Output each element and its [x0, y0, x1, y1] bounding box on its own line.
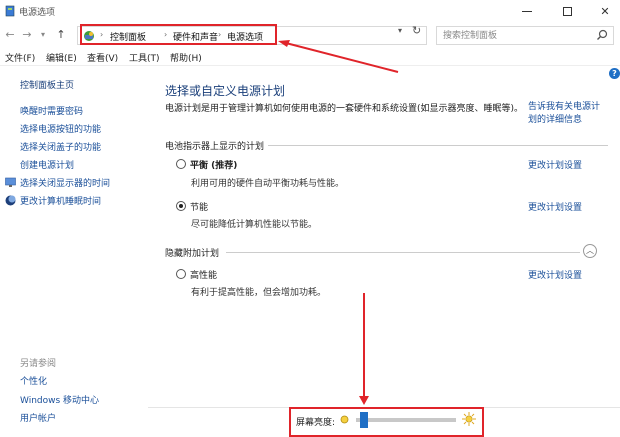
window-title: 电源选项 [19, 8, 56, 18]
refresh-button[interactable]: ↻ [412, 24, 421, 37]
monitor-icon [5, 177, 16, 187]
sidebar-item-create-plan[interactable]: 创建电源计划 [20, 158, 74, 171]
close-button[interactable]: ✕ [586, 0, 620, 22]
back-button[interactable]: ← [3, 27, 17, 43]
plan-balanced-name[interactable]: 平衡 (推荐) [190, 158, 237, 171]
menu-tools[interactable]: 工具(T) [129, 51, 160, 64]
page-description: 电源计划是用于管理计算机如何使用电源的一套硬件和系统设置(如显示器亮度、睡眠等)… [165, 104, 524, 114]
plan-high-performance-desc: 有利于提高性能，但会增加功耗。 [191, 288, 327, 298]
menu-edit[interactable]: 编辑(E) [46, 51, 77, 64]
group-divider [268, 145, 608, 146]
plan-high-performance-radio[interactable] [176, 269, 186, 279]
help-icon[interactable]: ? [609, 68, 620, 79]
up-button[interactable]: ↑ [54, 27, 68, 43]
plan-power-saver-name[interactable]: 节能 [190, 200, 208, 213]
plan-high-performance-name[interactable]: 高性能 [190, 268, 217, 281]
address-highlight-box [80, 24, 277, 45]
brightness-low-icon [340, 415, 349, 424]
plan-power-saver-radio[interactable] [176, 201, 186, 211]
plan-power-saver-settings-link[interactable]: 更改计划设置 [528, 200, 582, 213]
address-history-button[interactable]: ▾ [398, 26, 402, 35]
sidebar-item-wake-password[interactable]: 唤醒时需要密码 [20, 104, 83, 117]
menu-help[interactable]: 帮助(H) [170, 51, 202, 64]
title-bar: 电源选项 ✕ [0, 0, 620, 22]
sidebar-home-link[interactable]: 控制面板主页 [20, 78, 74, 91]
brightness-label: 屏幕亮度: [296, 418, 336, 428]
sidebar-item-display-off[interactable]: 选择关闭显示器的时间 [20, 176, 110, 189]
see-also-heading: 另请参阅 [20, 359, 57, 369]
forward-button[interactable]: → [20, 27, 34, 43]
power-options-icon [5, 5, 15, 17]
brightness-slider-thumb[interactable] [359, 412, 368, 428]
menu-bar: 文件(F) 编辑(E) 查看(V) 工具(T) 帮助(H) [0, 48, 620, 66]
arrow-to-brightness-head [359, 396, 369, 405]
group-divider [226, 252, 580, 253]
see-also-mobility-center[interactable]: Windows 移动中心 [20, 393, 99, 406]
maximize-icon [562, 6, 572, 16]
minimize-button[interactable] [508, 0, 546, 22]
group-heading-hidden-plans[interactable]: 隐藏附加计划 [165, 246, 219, 259]
plan-balanced-settings-link[interactable]: 更改计划设置 [528, 158, 582, 171]
sidebar: 控制面板主页 唤醒时需要密码 选择电源按钮的功能 选择关闭盖子的功能 创建电源计… [0, 66, 158, 437]
sidebar-item-power-button[interactable]: 选择电源按钮的功能 [20, 122, 101, 135]
plan-high-performance-settings-link[interactable]: 更改计划设置 [528, 268, 582, 281]
minimize-icon [522, 10, 532, 12]
group-heading-battery-plans: 电池指示器上显示的计划 [165, 142, 265, 152]
sidebar-item-lid-close[interactable]: 选择关闭盖子的功能 [20, 140, 101, 153]
sidebar-item-sleep-time[interactable]: 更改计算机睡眠时间 [20, 194, 101, 207]
moon-sleep-icon [5, 195, 16, 206]
page-title: 选择或自定义电源计划 [165, 84, 286, 98]
menu-view[interactable]: 查看(V) [87, 51, 118, 64]
close-icon: ✕ [600, 4, 610, 18]
menu-file[interactable]: 文件(F) [5, 51, 35, 64]
plan-balanced-desc: 利用可用的硬件自动平衡功耗与性能。 [191, 179, 345, 189]
see-also-user-accounts[interactable]: 用户帐户 [20, 411, 56, 424]
see-also-personalization[interactable]: 个性化 [20, 374, 47, 387]
maximize-button[interactable] [548, 0, 586, 22]
search-input[interactable] [443, 29, 593, 42]
power-plan-info-link[interactable]: 告诉我有关电源计划的详细信息 [528, 101, 603, 127]
search-icon [597, 29, 608, 40]
collapse-chevron-icon[interactable]: ︿ [583, 244, 597, 258]
plan-power-saver-desc: 尽可能降低计算机性能以节能。 [191, 220, 318, 230]
brightness-high-icon [462, 412, 476, 426]
plan-balanced-radio[interactable] [176, 159, 186, 169]
recent-locations-button[interactable]: ▾ [36, 27, 50, 43]
brightness-slider-track[interactable] [356, 418, 456, 422]
search-box[interactable] [436, 26, 614, 45]
